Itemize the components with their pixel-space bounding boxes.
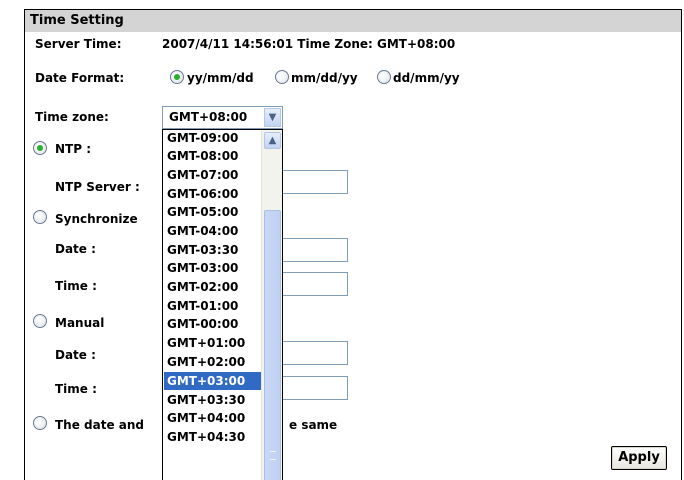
same-as-pc-radio[interactable]	[33, 416, 47, 430]
synchronize-label: Synchronize	[55, 212, 138, 226]
ntp-radio[interactable]	[33, 141, 47, 155]
date-format-radio-yymmdd[interactable]	[170, 70, 184, 84]
manual-label: Manual	[55, 316, 105, 330]
sync-time-label: Time :	[55, 279, 97, 293]
ntp-server-input[interactable]	[275, 170, 348, 194]
manual-time-label: Time :	[55, 382, 97, 396]
scrollbar-thumb[interactable]	[264, 210, 281, 480]
list-item[interactable]: GMT-06:00	[164, 185, 261, 203]
date-format-label: Date Format:	[35, 71, 125, 85]
chevron-up-icon[interactable]: ▲	[264, 132, 281, 149]
list-item[interactable]: GMT+04:30	[164, 428, 261, 446]
time-zone-select[interactable]: GMT+08:00 ▼	[162, 106, 283, 129]
ntp-label: NTP :	[55, 142, 91, 156]
sync-time-input[interactable]	[275, 272, 348, 296]
manual-date-label: Date :	[55, 348, 96, 362]
sync-date-label: Date :	[55, 242, 96, 256]
list-item[interactable]: GMT-05:00	[164, 203, 261, 221]
date-format-radio-ddmmyy[interactable]	[377, 70, 391, 84]
date-format-option-yymmdd: yy/mm/dd	[187, 71, 254, 85]
same-as-pc-label-left: The date and	[55, 418, 145, 432]
date-format-option-mmddyy: mm/dd/yy	[291, 71, 358, 85]
sync-date-input[interactable]	[275, 238, 348, 262]
list-item[interactable]: GMT-02:00	[164, 278, 261, 296]
list-item[interactable]: GMT-01:00	[164, 297, 261, 315]
manual-date-input[interactable]	[275, 341, 348, 365]
dropdown-scrollbar[interactable]: ▲	[261, 130, 282, 480]
list-item[interactable]: GMT-07:00	[164, 166, 261, 184]
time-zone-dropdown-list[interactable]: GMT-09:00 GMT-08:00 GMT-07:00 GMT-06:00 …	[162, 129, 283, 480]
list-item[interactable]: GMT-00:00	[164, 315, 261, 333]
server-time-value: 2007/4/11 14:56:01 Time Zone: GMT+08:00	[162, 37, 456, 51]
time-zone-selected-value: GMT+08:00	[169, 110, 248, 124]
list-item[interactable]: GMT-08:00	[164, 147, 261, 165]
date-format-radio-mmddyy[interactable]	[275, 70, 289, 84]
list-item[interactable]: GMT+02:00	[164, 353, 261, 371]
list-item[interactable]: GMT-03:30	[164, 241, 261, 259]
synchronize-radio[interactable]	[33, 210, 47, 224]
list-item[interactable]: GMT-04:00	[164, 222, 261, 240]
manual-time-input[interactable]	[275, 376, 348, 400]
list-item[interactable]: GMT+04:00	[164, 409, 261, 427]
list-item[interactable]: GMT+01:00	[164, 334, 261, 352]
list-item[interactable]: GMT+03:30	[164, 391, 261, 409]
chevron-down-icon[interactable]: ▼	[264, 108, 281, 127]
server-time-label: Server Time:	[35, 37, 122, 51]
grip-icon	[270, 451, 276, 460]
time-zone-label: Time zone:	[35, 110, 109, 124]
list-item-selected[interactable]: GMT+03:00	[164, 372, 261, 390]
section-title: Time Setting	[25, 10, 681, 32]
time-setting-panel: Time Setting Server Time: 2007/4/11 14:5…	[24, 9, 682, 480]
list-item[interactable]: GMT-09:00	[164, 130, 261, 147]
apply-button[interactable]: Apply	[611, 446, 667, 470]
list-item[interactable]: GMT-03:00	[164, 259, 261, 277]
ntp-server-label: NTP Server :	[55, 180, 140, 194]
same-as-pc-label-right: e same	[289, 418, 338, 432]
date-format-option-ddmmyy: dd/mm/yy	[393, 71, 460, 85]
manual-radio[interactable]	[33, 314, 47, 328]
